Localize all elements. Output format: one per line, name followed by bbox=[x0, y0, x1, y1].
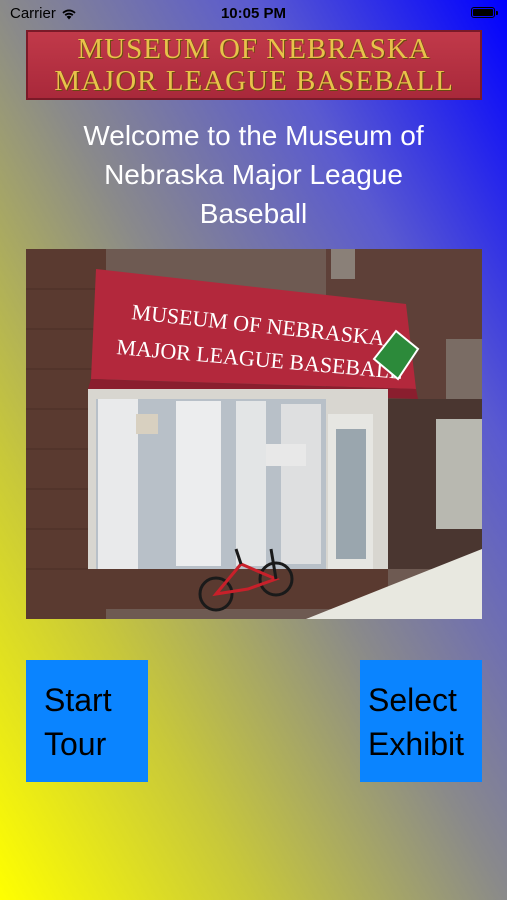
start-tour-label-2: Tour bbox=[44, 726, 107, 762]
status-bar: Carrier 10:05 PM bbox=[0, 0, 507, 28]
welcome-heading: Welcome to the Museum of Nebraska Major … bbox=[30, 116, 477, 233]
welcome-line-1: Welcome to the Museum of bbox=[83, 120, 424, 151]
museum-storefront-photo: MUSEUM OF NEBRASKA MAJOR LEAGUE BASEBALL bbox=[26, 249, 482, 619]
select-exhibit-label-1: Select bbox=[368, 682, 457, 718]
museum-banner-logo: MUSEUM OF NEBRASKA MAJOR LEAGUE BASEBALL bbox=[26, 30, 482, 100]
select-exhibit-label-2: Exhibit bbox=[368, 726, 465, 762]
battery-icon bbox=[471, 7, 498, 18]
start-tour-button[interactable]: Start Tour bbox=[26, 660, 148, 782]
welcome-line-3: Baseball bbox=[199, 198, 308, 229]
select-exhibit-button[interactable]: Select Exhibit bbox=[360, 660, 482, 782]
banner-line-2: MAJOR LEAGUE BASEBALL bbox=[54, 65, 454, 97]
status-time: 10:05 PM bbox=[220, 5, 287, 22]
banner-line-1: MUSEUM OF NEBRASKA bbox=[77, 33, 431, 65]
welcome-line-2: Nebraska Major League bbox=[104, 159, 403, 190]
start-tour-label-1: Start bbox=[44, 682, 112, 718]
